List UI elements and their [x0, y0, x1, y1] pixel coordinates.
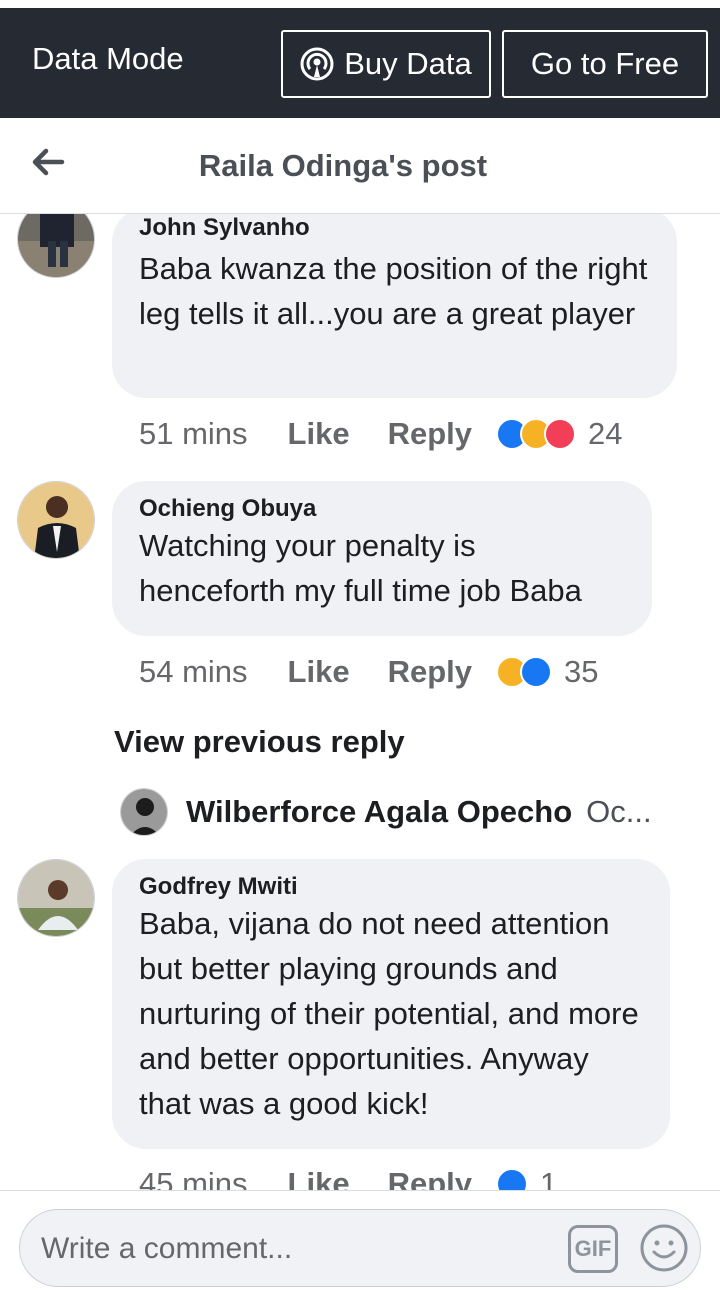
comment-bubble: Godfrey Mwiti Baba, vijana do not need a… — [112, 859, 670, 1149]
data-mode-label: Data Mode — [32, 41, 184, 76]
comment-text: Baba kwanza the position of the right le… — [139, 251, 648, 331]
comment-composer: Write a comment... GIF — [0, 1190, 720, 1290]
reply-preview[interactable]: Wilberforce Agala Opecho Oc... — [120, 788, 680, 836]
reactions-summary[interactable]: 1 — [496, 1166, 557, 1190]
comment-time[interactable]: 54 mins — [139, 654, 248, 690]
comment-text: Baba, vijana do not need attention but b… — [139, 906, 639, 1121]
go-to-free-label: Go to Free — [530, 46, 680, 81]
profile-photo — [18, 214, 94, 277]
reply-button[interactable]: Reply — [388, 1166, 472, 1190]
comment-text: Watching your penalty is henceforth my f… — [139, 528, 582, 608]
commenter-name[interactable]: John Sylvanho — [139, 214, 653, 242]
profile-photo — [18, 860, 94, 936]
comment-bubble: Ochieng Obuya Watching your penalty is h… — [112, 481, 652, 636]
love-reaction-icon — [544, 418, 576, 450]
comment-placeholder: Write a comment... — [41, 1232, 293, 1265]
like-button[interactable]: Like — [288, 416, 350, 452]
like-button[interactable]: Like — [288, 1166, 350, 1190]
profile-photo — [121, 789, 167, 835]
go-to-free-button[interactable]: Go to Free — [502, 30, 708, 98]
commenter-name[interactable]: Godfrey Mwiti — [139, 873, 646, 901]
profile-photo — [18, 482, 94, 558]
avatar[interactable] — [17, 859, 95, 937]
comment-time[interactable]: 51 mins — [139, 416, 248, 452]
comment-bubble: John Sylvanho Baba kwanza the position o… — [112, 214, 677, 398]
reactions-summary[interactable]: 24 — [496, 416, 622, 452]
reaction-count: 35 — [564, 654, 599, 689]
buy-data-label: Buy Data — [344, 46, 472, 81]
reply-author: Wilberforce Agala Opecho — [186, 794, 573, 829]
reply-button[interactable]: Reply — [388, 416, 472, 452]
buy-data-button[interactable]: Buy Data — [281, 30, 491, 98]
comment-actions: 54 mins Like Reply 35 — [139, 652, 598, 692]
comment-time[interactable]: 45 mins — [139, 1166, 248, 1190]
avatar[interactable] — [17, 214, 95, 278]
post-header: Raila Odinga's post — [0, 118, 720, 214]
comment-actions: 45 mins Like Reply 1 — [139, 1164, 557, 1190]
reaction-count: 1 — [540, 1166, 558, 1190]
avatar[interactable] — [120, 788, 168, 836]
comments-feed[interactable]: John Sylvanho Baba kwanza the position o… — [0, 214, 720, 1190]
reply-button[interactable]: Reply — [388, 654, 472, 690]
like-reaction-icon — [496, 1168, 528, 1190]
reactions-summary[interactable]: 35 — [496, 654, 598, 690]
comment-actions: 51 mins Like Reply 24 — [139, 414, 622, 454]
like-reaction-icon — [520, 656, 552, 688]
reply-snippet: Oc... — [586, 794, 652, 829]
gif-button[interactable]: GIF — [568, 1225, 618, 1273]
data-mode-bar: Data Mode Buy Data Go to Free — [0, 0, 720, 118]
view-previous-reply-link[interactable]: View previous reply — [114, 724, 405, 760]
like-button[interactable]: Like — [288, 654, 350, 690]
broadcast-icon — [300, 47, 334, 81]
comment-input[interactable]: Write a comment... GIF — [19, 1209, 701, 1287]
reaction-count: 24 — [588, 416, 623, 451]
avatar[interactable] — [17, 481, 95, 559]
smiley-icon[interactable] — [638, 1222, 690, 1274]
commenter-name[interactable]: Ochieng Obuya — [139, 495, 628, 523]
page-title: Raila Odinga's post — [198, 148, 488, 183]
